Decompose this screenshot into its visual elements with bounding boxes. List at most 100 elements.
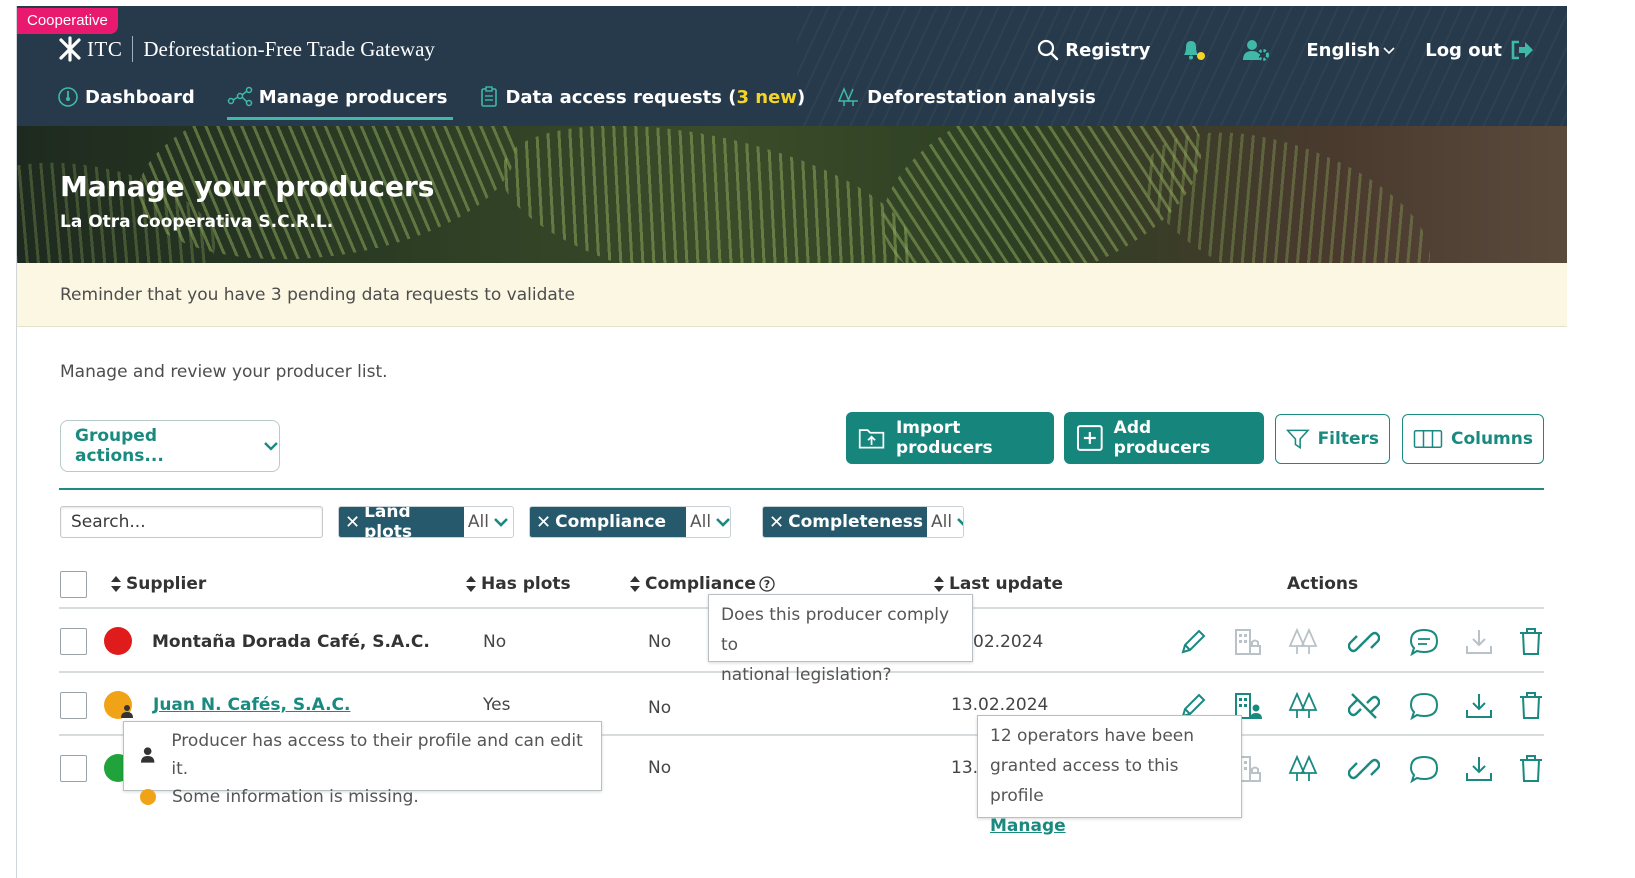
nav-dashboard[interactable]: Dashboard bbox=[57, 86, 195, 120]
download-icon[interactable] bbox=[1463, 690, 1495, 722]
trees-icon[interactable] bbox=[1287, 753, 1319, 785]
row-checkbox[interactable] bbox=[60, 628, 87, 655]
row-checkbox[interactable] bbox=[60, 755, 87, 782]
sort-icon bbox=[466, 576, 476, 592]
language-select[interactable]: English bbox=[1306, 40, 1395, 61]
person-icon bbox=[121, 705, 133, 718]
nav-data-access-requests[interactable]: Data access requests (3 new) bbox=[479, 86, 805, 120]
filter-chip-compliance[interactable]: ✕ Compliance All bbox=[529, 506, 731, 538]
app-name: Deforestation-Free Trade Gateway bbox=[143, 36, 435, 61]
operators-tooltip-line2: granted access to this profile bbox=[990, 756, 1179, 806]
new-requests-count: 3 new bbox=[736, 86, 797, 108]
comment-icon[interactable] bbox=[1408, 690, 1440, 722]
edit-pencil-icon[interactable] bbox=[1177, 626, 1209, 658]
itc-logo-icon bbox=[57, 36, 83, 62]
compliance-tooltip-line1: Does this producer comply to bbox=[721, 605, 950, 655]
clipboard-icon bbox=[481, 86, 498, 107]
filter-chip-land-plots[interactable]: ✕ Land plots All bbox=[338, 506, 514, 538]
columns-button[interactable]: Columns bbox=[1402, 414, 1544, 464]
has-plots-value: Yes bbox=[483, 695, 511, 715]
status-tooltip-access: Producer has access to their profile and… bbox=[171, 731, 583, 779]
chevron-down-icon bbox=[1383, 47, 1395, 55]
filters-button[interactable]: Filters bbox=[1275, 414, 1390, 464]
main-nav: Dashboard Manage producers Data access r… bbox=[57, 86, 1128, 120]
filter-funnel-icon bbox=[1286, 429, 1310, 450]
compliance-value: No bbox=[648, 632, 672, 652]
orange-dot-icon bbox=[140, 789, 156, 805]
add-producers-button[interactable]: Add producers bbox=[1064, 412, 1264, 464]
bell-icon bbox=[1184, 41, 1206, 60]
organization-name: La Otra Cooperativa S.C.R.L. bbox=[60, 212, 334, 232]
filter-compliance-label: Compliance bbox=[555, 512, 666, 532]
row-checkbox[interactable] bbox=[60, 692, 87, 719]
logo-text: ITC bbox=[87, 36, 123, 61]
sort-icon bbox=[934, 576, 944, 592]
download-icon[interactable] bbox=[1463, 753, 1495, 785]
top-nav: Registry English Log out bbox=[1037, 32, 1567, 68]
remove-filter-icon[interactable]: ✕ bbox=[345, 512, 360, 533]
person-icon bbox=[140, 747, 155, 763]
network-icon bbox=[227, 86, 253, 107]
header-last-update[interactable]: Last update bbox=[933, 574, 1063, 594]
grouped-actions-label: Grouped actions... bbox=[75, 426, 164, 466]
chevron-down-icon bbox=[957, 518, 963, 526]
supplier-name-link[interactable]: Juan N. Cafés, S.A.C. bbox=[153, 695, 350, 715]
logout-label: Log out bbox=[1425, 39, 1502, 61]
toolbar-divider bbox=[59, 488, 1544, 490]
grouped-actions-dropdown[interactable]: Grouped actions... bbox=[60, 420, 280, 472]
columns-label: Columns bbox=[1450, 429, 1533, 449]
building-lock-icon[interactable] bbox=[1232, 626, 1264, 658]
chevron-down-icon bbox=[716, 518, 730, 527]
has-plots-value: No bbox=[483, 632, 507, 652]
select-all-checkbox[interactable] bbox=[60, 571, 87, 598]
trash-icon[interactable] bbox=[1515, 690, 1547, 722]
trees-icon[interactable] bbox=[1287, 626, 1319, 658]
import-producers-label: Import producers bbox=[895, 418, 993, 458]
dashboard-gauge-icon bbox=[58, 87, 78, 107]
nav-deforestation-analysis[interactable]: Deforestation analysis bbox=[837, 86, 1096, 120]
filter-chip-completeness[interactable]: ✕ Completeness All bbox=[762, 506, 964, 538]
link-icon[interactable] bbox=[1348, 626, 1380, 658]
chevron-down-icon bbox=[264, 442, 278, 451]
notifications-button[interactable] bbox=[1180, 38, 1212, 62]
trees-icon bbox=[838, 87, 859, 106]
remove-filter-icon[interactable]: ✕ bbox=[536, 512, 551, 533]
user-settings-button[interactable] bbox=[1242, 38, 1276, 62]
user-gear-icon bbox=[1243, 40, 1270, 61]
comment-lines-icon[interactable] bbox=[1408, 626, 1440, 658]
download-icon[interactable] bbox=[1463, 626, 1495, 658]
trees-icon[interactable] bbox=[1287, 690, 1319, 722]
registry-label: Registry bbox=[1065, 39, 1151, 61]
operators-tooltip: 12 operators have been granted access to… bbox=[977, 715, 1242, 836]
unlink-icon[interactable] bbox=[1348, 690, 1380, 722]
compliance-value: No bbox=[648, 758, 672, 778]
filter-land-plots-label: Land plots bbox=[364, 506, 413, 538]
comment-icon[interactable] bbox=[1408, 753, 1440, 785]
logo[interactable]: ITC Deforestation-Free Trade Gateway bbox=[57, 36, 435, 62]
status-tooltip-missing: Some information is missing. bbox=[172, 787, 419, 807]
supplier-name[interactable]: Montaña Dorada Café, S.A.C. bbox=[152, 632, 430, 652]
status-tooltip: Producer has access to their profile and… bbox=[123, 721, 602, 807]
header-has-plots[interactable]: Has plots bbox=[465, 574, 571, 594]
trash-icon[interactable] bbox=[1515, 753, 1547, 785]
manage-operators-link[interactable]: Manage bbox=[990, 816, 1066, 836]
plus-square-icon bbox=[1076, 425, 1103, 451]
nav-manage-producers[interactable]: Manage producers bbox=[226, 86, 454, 120]
help-circle-icon[interactable]: ? bbox=[758, 575, 776, 593]
language-label: English bbox=[1306, 39, 1381, 61]
logout-button[interactable]: Log out bbox=[1425, 39, 1540, 61]
logout-icon bbox=[1511, 40, 1533, 60]
header-compliance[interactable]: Compliance ? bbox=[629, 574, 776, 594]
trash-icon[interactable] bbox=[1515, 626, 1547, 658]
import-producers-button[interactable]: Import producers bbox=[846, 412, 1054, 464]
filter-compliance-value: All bbox=[689, 512, 712, 532]
header-supplier[interactable]: Supplier bbox=[110, 574, 206, 594]
chevron-down-icon bbox=[494, 518, 508, 527]
search-input[interactable] bbox=[60, 506, 323, 538]
registry-link[interactable]: Registry bbox=[1037, 39, 1150, 61]
filter-completeness-label: Completeness bbox=[788, 512, 924, 532]
nav-dashboard-label: Dashboard bbox=[85, 86, 195, 108]
link-icon[interactable] bbox=[1348, 753, 1380, 785]
remove-filter-icon[interactable]: ✕ bbox=[769, 512, 784, 533]
operators-tooltip-line1: 12 operators have been bbox=[990, 726, 1195, 746]
